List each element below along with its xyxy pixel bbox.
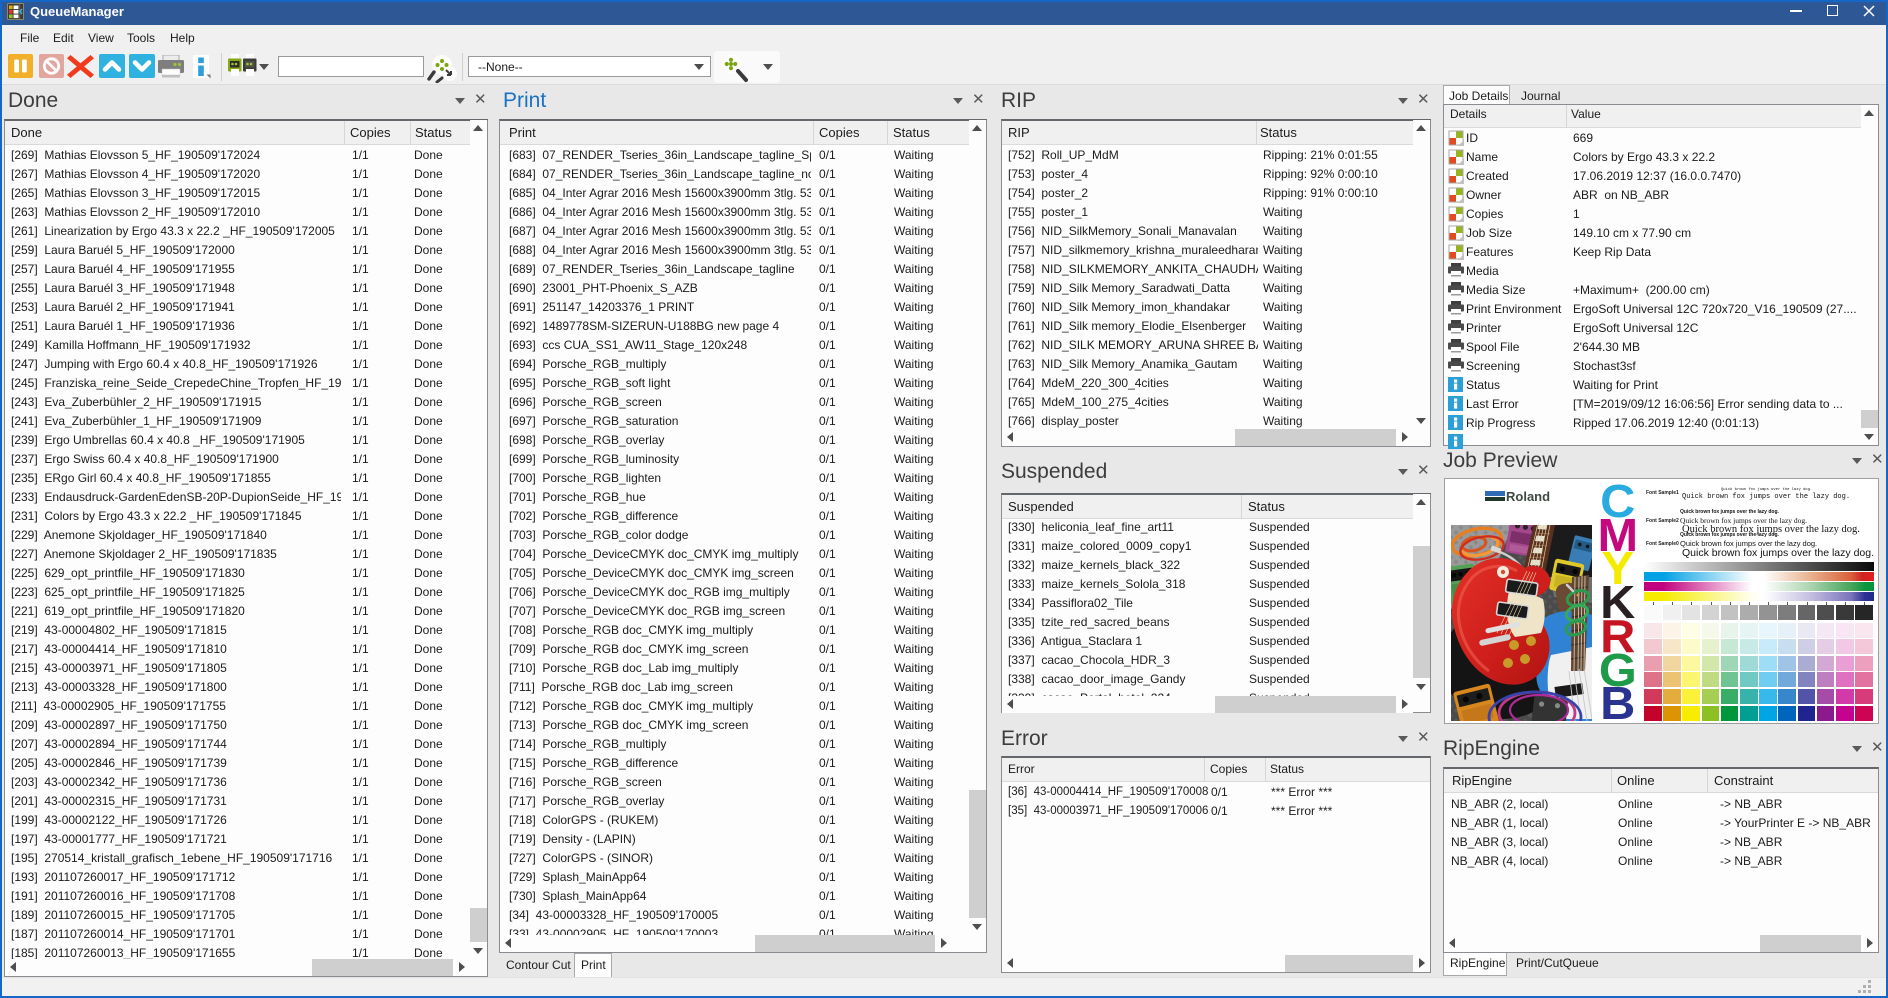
svg-text:Roland: Roland bbox=[1506, 490, 1550, 503]
